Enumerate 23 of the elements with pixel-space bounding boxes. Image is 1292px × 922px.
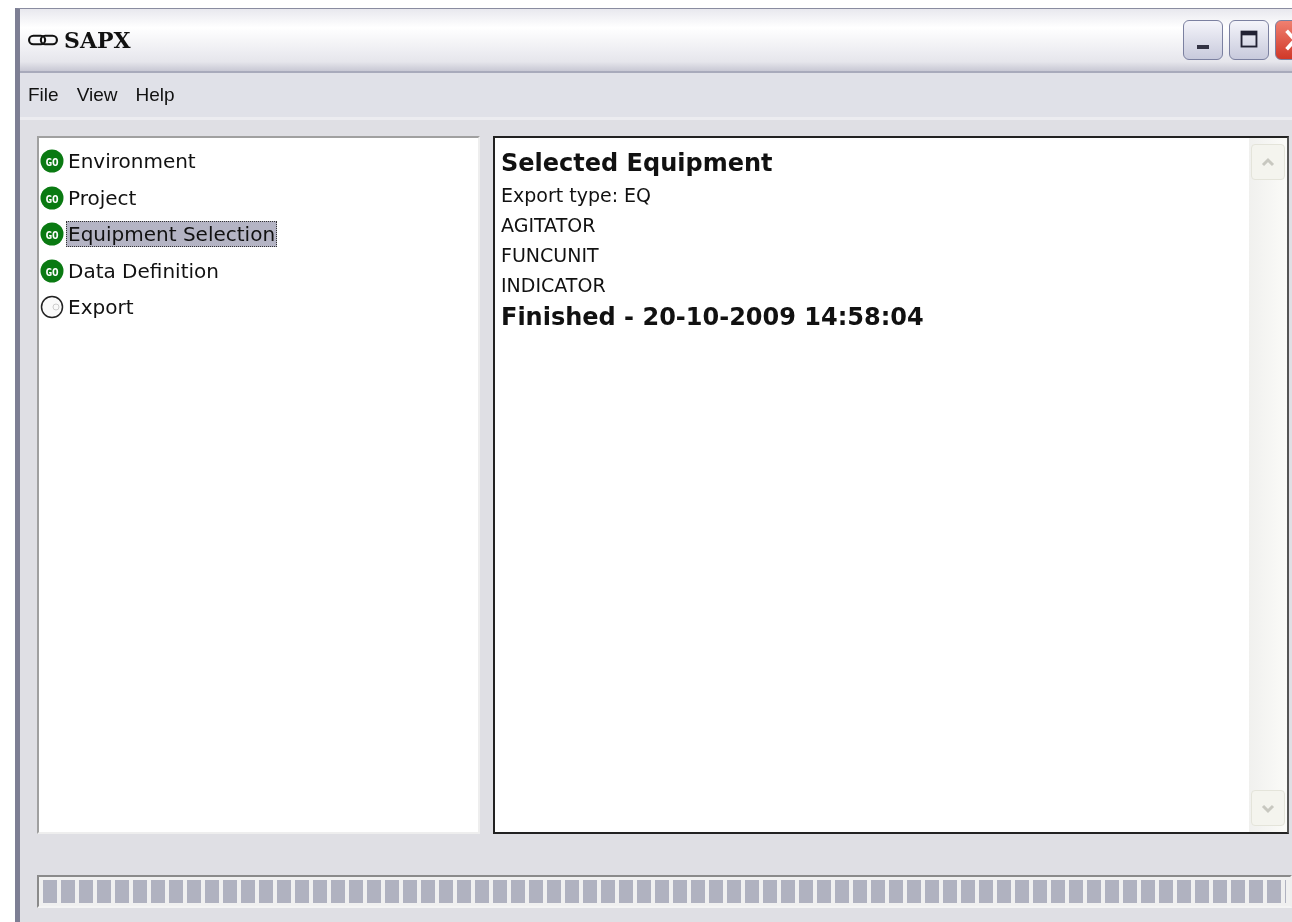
menu-item[interactable]: Help xyxy=(127,84,185,106)
tree-item[interactable]: Equipment Selection xyxy=(66,221,278,248)
go-sign-icon: GO xyxy=(40,258,64,283)
log-line: INDICATOR xyxy=(501,273,607,298)
window-title: SAPX xyxy=(64,27,131,53)
log-line: FUNCUNIT xyxy=(501,243,600,268)
minimize-button[interactable] xyxy=(1183,20,1223,60)
go-sign-icon: GO xyxy=(40,149,64,174)
chain-link-icon xyxy=(28,32,58,48)
tree-item[interactable]: Export xyxy=(66,294,136,321)
log-line: Export type: EQ xyxy=(501,183,653,208)
tree-item[interactable]: Data Definition xyxy=(66,257,221,284)
minimize-icon xyxy=(1197,45,1209,49)
tree-item[interactable]: Environment xyxy=(66,148,198,175)
log-line: AGITATOR xyxy=(501,213,597,238)
tree-item[interactable]: Project xyxy=(66,184,139,211)
menu-item[interactable]: File xyxy=(20,84,69,106)
go-sign-icon: GO xyxy=(40,185,64,210)
menu-item[interactable]: View xyxy=(68,84,128,106)
maximize-button[interactable] xyxy=(1229,20,1269,60)
go-sign-icon: GO xyxy=(40,222,64,247)
log-heading: Selected Equipment xyxy=(501,148,774,179)
log-heading: Finished - 20-10-2009 14:58:04 xyxy=(501,302,925,333)
